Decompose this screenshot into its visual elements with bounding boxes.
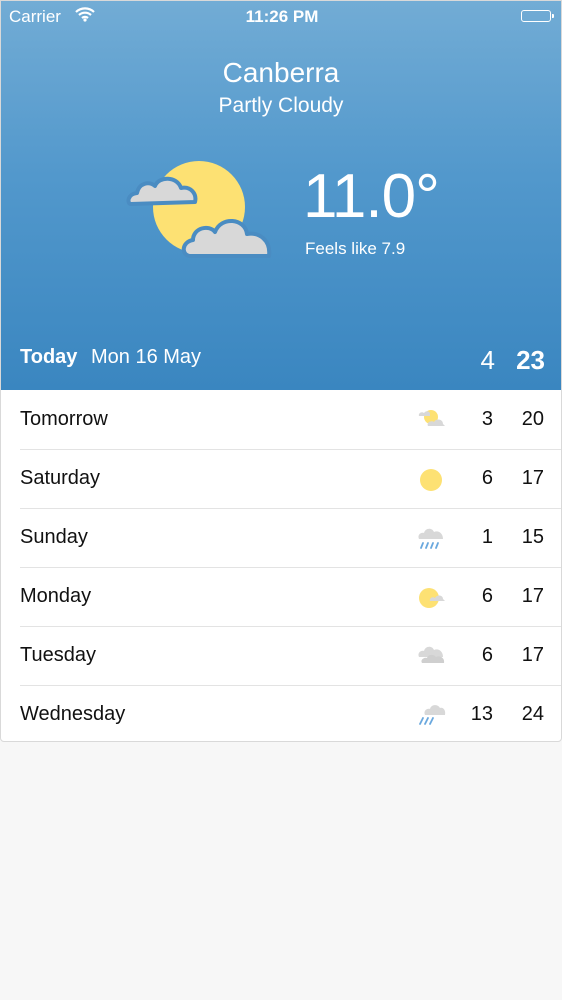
sun-icon [416, 464, 446, 494]
forecast-low: 1 [481, 526, 493, 548]
forecast-low: 13 [470, 703, 493, 725]
forecast-day: Saturday [20, 467, 101, 489]
forecast-row[interactable]: Tomorrow 3 20 [20, 391, 561, 450]
current-weather-panel: Carrier 11:26 PM Canberra Partly Cloudy [1, 1, 561, 390]
partly-cloudy-icon [416, 405, 446, 435]
current-temperature: 11.0° [303, 162, 440, 231]
forecast-row[interactable]: Sunday 1 15 [20, 509, 561, 568]
battery-icon [521, 10, 554, 22]
today-high: 23 [516, 345, 545, 375]
forecast-high: 17 [521, 585, 544, 607]
forecast-day: Wednesday [20, 703, 126, 725]
forecast-row[interactable]: Tuesday 6 17 [20, 627, 561, 686]
forecast-list: Tomorrow 3 20 Saturday 6 17 Sunday 1 15 … [1, 391, 561, 741]
forecast-high: 15 [521, 526, 544, 548]
forecast-day: Tomorrow [20, 408, 108, 430]
forecast-day: Tuesday [20, 644, 96, 666]
forecast-low: 6 [481, 467, 493, 489]
forecast-high: 20 [521, 408, 544, 430]
forecast-row[interactable]: Wednesday 13 24 [20, 686, 561, 741]
forecast-high: 17 [521, 644, 544, 666]
weather-card: Carrier 11:26 PM Canberra Partly Cloudy [0, 0, 562, 742]
forecast-low: 6 [481, 644, 493, 666]
forecast-day: Monday [20, 585, 92, 607]
forecast-row[interactable]: Saturday 6 17 [20, 450, 561, 509]
forecast-high: 17 [521, 467, 544, 489]
today-label: Today [20, 346, 78, 368]
sun-cloud-icon [416, 582, 446, 612]
today-low: 4 [480, 345, 495, 375]
clock: 11:26 PM [245, 7, 319, 26]
today-date: Mon 16 May [91, 346, 202, 368]
partly-cloudy-icon [125, 156, 275, 267]
today-summary[interactable]: Today Mon 16 May 4 23 [1, 341, 561, 381]
forecast-row[interactable]: Monday 6 17 [20, 568, 561, 627]
forecast-high: 24 [521, 703, 544, 725]
weather-condition: Partly Cloudy [218, 94, 344, 117]
rain-icon [416, 523, 446, 553]
city-name: Canberra [222, 57, 340, 88]
forecast-low: 3 [481, 408, 493, 430]
forecast-low: 6 [481, 585, 493, 607]
cloudy-icon [416, 641, 446, 671]
status-bar: Carrier 11:26 PM [1, 1, 561, 33]
showers-icon [416, 700, 446, 730]
forecast-day: Sunday [20, 526, 88, 548]
feels-like: Feels like 7.9 [305, 239, 406, 258]
